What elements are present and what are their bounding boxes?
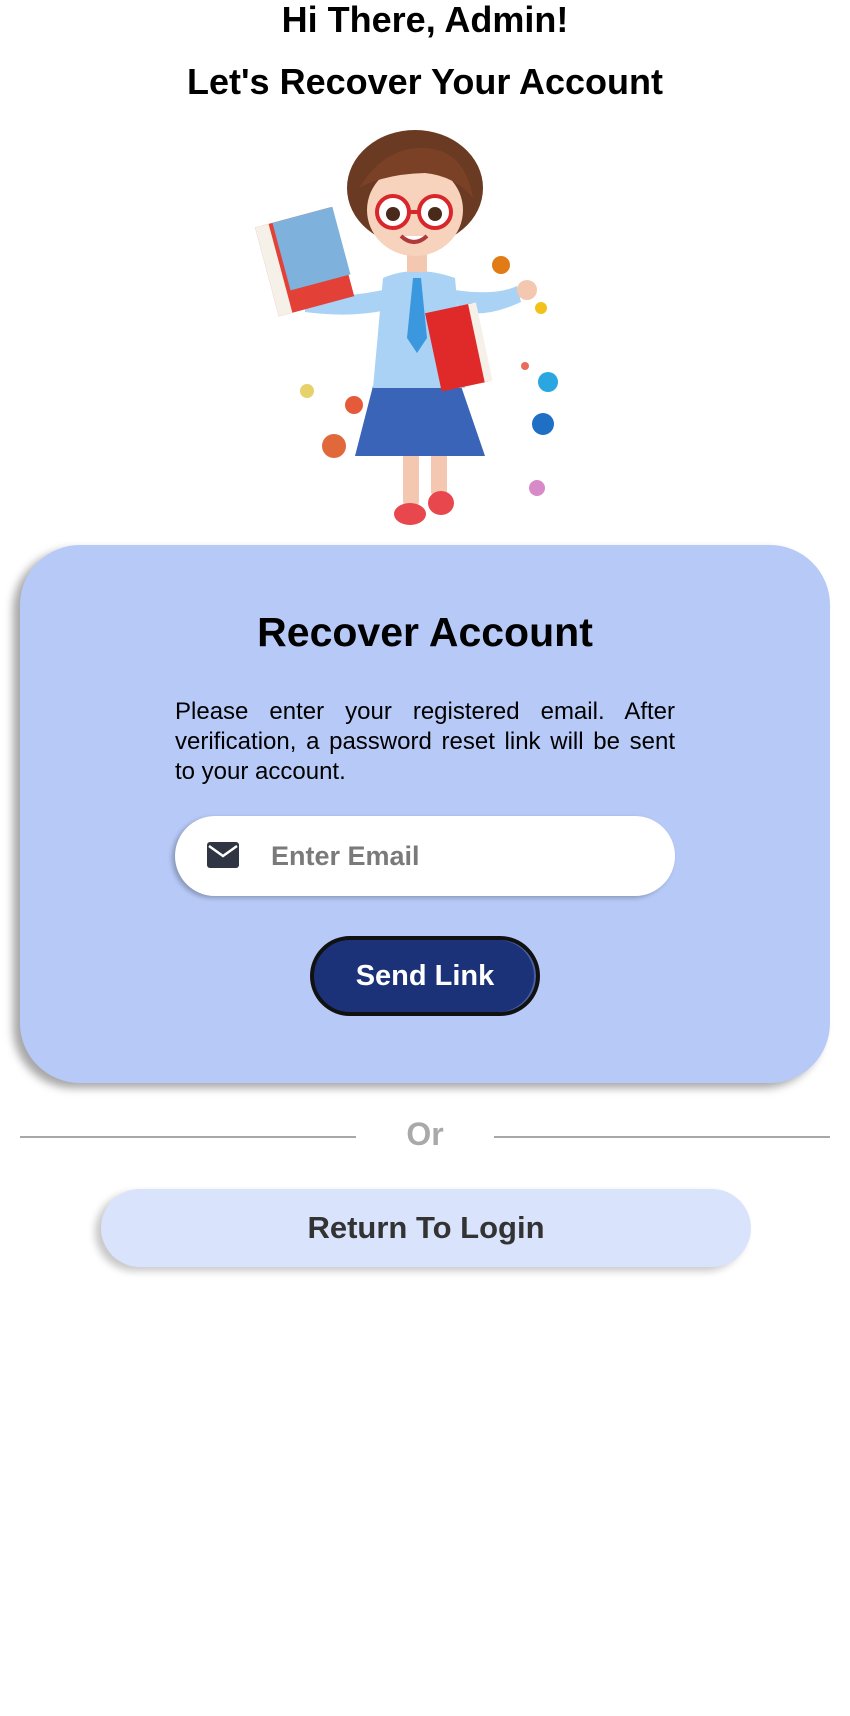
divider-line-right (494, 1136, 830, 1138)
divider-label: Or (406, 1116, 444, 1152)
send-link-button[interactable]: Send Link (310, 936, 540, 1016)
divider-line-left (20, 1136, 356, 1138)
recover-account-card: Recover Account Please enter your regist… (20, 545, 830, 1083)
recover-account-page: Hi There, Admin! Let's Recover Your Acco… (0, 0, 850, 1716)
envelope-icon (207, 842, 239, 868)
student-girl-mascot-icon (255, 130, 558, 525)
email-input[interactable] (271, 830, 651, 882)
card-description: Please enter your registered email. Afte… (175, 698, 675, 785)
page-subtitle: Let's Recover Your Account (186, 61, 663, 102)
return-to-login-button[interactable]: Return To Login (101, 1189, 751, 1267)
email-field[interactable] (175, 816, 675, 896)
card-title: Recover Account (257, 609, 593, 655)
greeting-heading: Hi There, Admin! (281, 0, 569, 40)
